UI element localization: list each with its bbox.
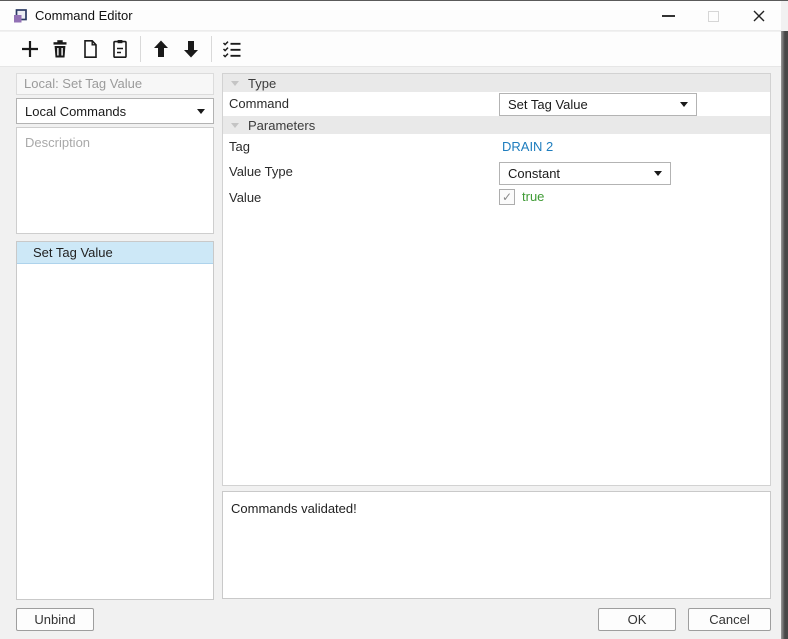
toolbar-separator — [211, 36, 212, 62]
checkmark-icon: ✓ — [502, 190, 512, 204]
section-title: Parameters — [248, 118, 315, 133]
collapse-arrow-icon — [231, 81, 239, 86]
command-type-value: Set Tag Value — [508, 97, 588, 112]
validation-message-panel: Commands validated! — [222, 491, 771, 599]
delete-command-button[interactable] — [47, 36, 73, 62]
move-up-button[interactable] — [148, 36, 174, 62]
window-edge-shadow — [781, 31, 788, 639]
command-scope-value: Local Commands — [25, 104, 126, 119]
command-row-label: Command — [229, 92, 289, 116]
paste-icon — [109, 38, 131, 60]
command-scope-dropdown[interactable]: Local Commands — [16, 98, 214, 124]
command-list-item[interactable]: Set Tag Value — [17, 242, 213, 264]
section-title: Type — [248, 76, 276, 91]
trash-icon — [49, 38, 71, 60]
app-logo-icon — [12, 8, 28, 24]
value-boolean-text: true — [522, 188, 544, 206]
unbind-button[interactable]: Unbind — [16, 608, 94, 631]
chevron-down-icon — [654, 171, 662, 176]
checklist-icon — [221, 38, 243, 60]
value-type-value: Constant — [508, 166, 560, 181]
copy-icon — [79, 38, 101, 60]
close-icon — [752, 9, 766, 23]
copy-command-button[interactable] — [77, 36, 103, 62]
collapse-arrow-icon — [231, 123, 239, 128]
value-type-dropdown[interactable]: Constant — [499, 162, 671, 185]
move-down-button[interactable] — [178, 36, 204, 62]
chevron-down-icon — [680, 102, 688, 107]
command-list: Set Tag Value — [16, 241, 214, 600]
arrow-up-icon — [150, 38, 172, 60]
close-button[interactable] — [736, 1, 781, 31]
description-input[interactable] — [16, 127, 214, 234]
chevron-down-icon — [197, 109, 205, 114]
arrow-down-icon — [180, 38, 202, 60]
value-row-label: Value — [229, 186, 261, 210]
command-properties-table: Type Command Set Tag Value Parameters Ta… — [222, 73, 771, 486]
toolbar-separator — [140, 36, 141, 62]
ok-button[interactable]: OK — [598, 608, 676, 631]
command-name-field[interactable]: Local: Set Tag Value — [16, 73, 214, 95]
maximize-button[interactable] — [691, 1, 736, 31]
command-type-dropdown[interactable]: Set Tag Value — [499, 93, 697, 116]
window-title: Command Editor — [35, 8, 133, 23]
paste-command-button[interactable] — [107, 36, 133, 62]
add-command-button[interactable] — [17, 36, 43, 62]
section-header-parameters[interactable]: Parameters — [223, 116, 770, 134]
toolbar — [0, 32, 781, 67]
tag-row-label: Tag — [229, 134, 250, 159]
minimize-button[interactable] — [646, 1, 691, 31]
title-bar: Command Editor — [0, 1, 781, 31]
validation-message: Commands validated! — [231, 501, 357, 516]
value-type-row-label: Value Type — [229, 159, 293, 185]
validate-commands-button[interactable] — [219, 36, 245, 62]
tag-value-link[interactable]: DRAIN 2 — [502, 138, 553, 156]
maximize-icon — [708, 11, 719, 22]
window-controls — [646, 1, 781, 31]
plus-icon — [19, 38, 41, 60]
value-checkbox[interactable]: ✓ — [499, 189, 515, 205]
minimize-icon — [662, 15, 675, 17]
section-header-type[interactable]: Type — [223, 74, 770, 92]
command-editor-window: Command Editor — [0, 0, 788, 639]
cancel-button[interactable]: Cancel — [688, 608, 771, 631]
